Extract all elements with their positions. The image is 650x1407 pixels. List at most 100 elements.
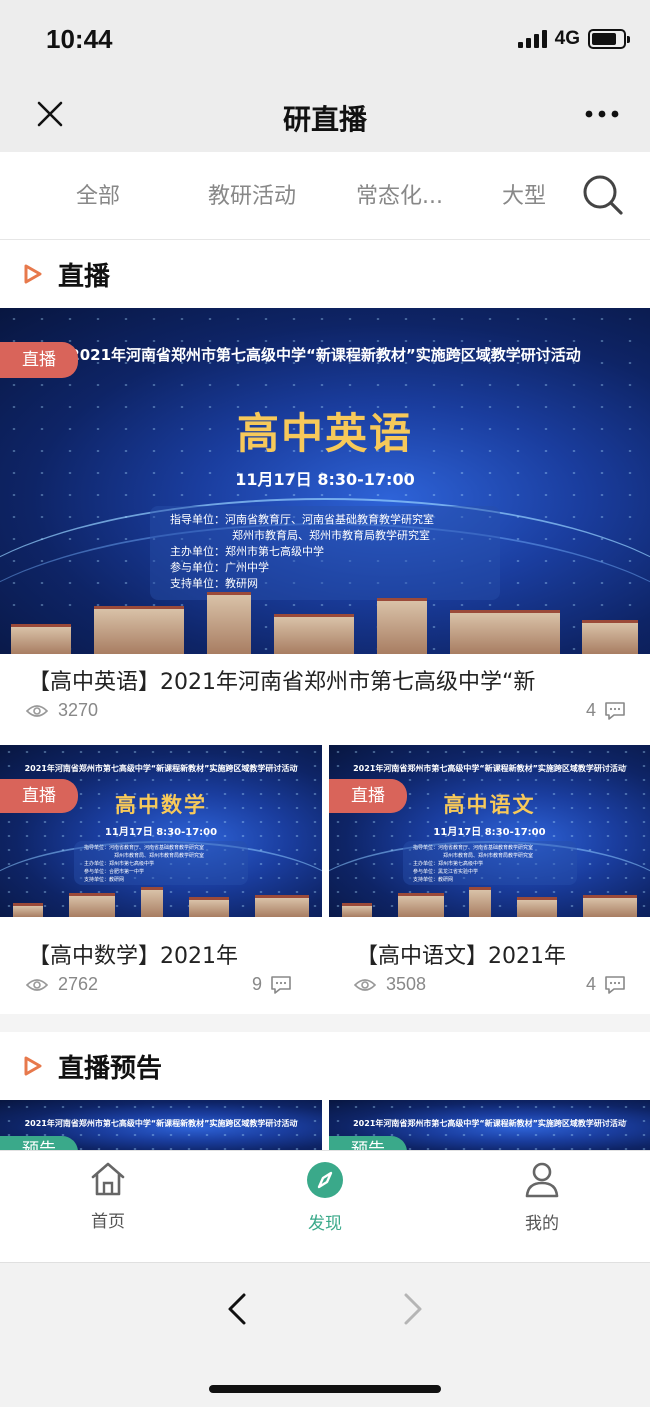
more-icon — [585, 110, 619, 118]
status-indicators: 4G — [517, 28, 630, 50]
status-time: 10:44 — [46, 24, 113, 54]
view-count-value: 3270 — [58, 700, 99, 720]
banner-headline: 2021年河南省郑州市第七高级中学“新课程新教材”实施跨区域教学研讨活动 — [24, 764, 298, 773]
live-section-header: 直播 — [0, 240, 650, 308]
compass-icon — [307, 1162, 343, 1198]
preview-section-header: 直播预告 — [0, 1032, 650, 1100]
banner-date: 11月17日 8:30-17:00 — [235, 470, 415, 489]
banner-info-line: 郑州市教育局、郑州市教育局教学研究室 — [114, 853, 205, 859]
featured-card-title[interactable]: 【高中英语】2021年河南省郑州市第七高级中学“新 — [28, 664, 588, 696]
banner-info-line: 指导单位：河南省教育厅、河南省基础教育教学研究室 — [84, 845, 205, 851]
section-divider — [0, 1014, 650, 1032]
nav-bar: 研直播 — [0, 80, 650, 152]
banner-headline: 2021年河南省郑州市第七高级中学“新课程新教材”实施跨区域教学研讨活动 — [69, 346, 581, 364]
chevron-right-icon — [404, 1293, 422, 1325]
school-buildings-image — [0, 885, 322, 917]
page-title: 研直播 — [282, 103, 367, 136]
banner-date: 11月17日 8:30-17:00 — [433, 827, 546, 838]
view-count: 2762 — [26, 974, 98, 995]
tab-regular[interactable]: 常态化... — [356, 178, 452, 210]
banner-info-line: 支持单位：教研网 — [413, 877, 454, 883]
comment-count[interactable]: 9 — [252, 974, 292, 995]
section-title: 直播预告 — [58, 1054, 163, 1084]
grid-card-banner[interactable]: 2021年河南省郑州市第七高级中学“新课程新教材”实施跨区域教学研讨活动 高中数… — [0, 745, 322, 917]
eye-icon — [354, 978, 376, 991]
tab-large[interactable]: 大型 — [502, 178, 552, 210]
preview-card-banner[interactable]: 2021年河南省郑州市第七高级中学“新课程新教材”实施跨区域教学研讨活动 预告 — [329, 1100, 650, 1150]
banner-headline: 2021年河南省郑州市第七高级中学“新课程新教材”实施跨区域教学研讨活动 — [24, 1119, 298, 1128]
banner-info-line: 参与单位：合肥市第一中学 — [84, 869, 145, 875]
comment-icon — [605, 975, 625, 994]
back-button[interactable] — [218, 1289, 258, 1329]
search-icon — [583, 175, 623, 215]
view-count-value: 2762 — [58, 974, 99, 994]
banner-info-box: 指导单位：河南省教育厅、河南省基础教育教学研究室 郑州市教育局、郑州市教育局教学… — [150, 506, 500, 600]
banner-info-box: 指导单位：河南省教育厅、河南省基础教育教学研究室 郑州市教育局、郑州市教育局教学… — [74, 841, 248, 885]
live-badge: 直播 — [0, 779, 78, 813]
comment-count-value: 4 — [585, 700, 596, 720]
preview-badge: 预告 — [329, 1136, 407, 1150]
banner-headline: 2021年河南省郑州市第七高级中学“新课程新教材”实施跨区域教学研讨活动 — [353, 764, 626, 773]
home-icon — [91, 1162, 125, 1196]
banner-info-line: 参与单位：黑龙江省实验中学 — [413, 869, 479, 875]
eye-icon — [26, 978, 48, 991]
grid-card-banner[interactable]: 2021年河南省郑州市第七高级中学“新课程新教材”实施跨区域教学研讨活动 高中语… — [329, 745, 650, 917]
view-count: 3508 — [354, 974, 426, 995]
tab-all[interactable]: 全部 — [76, 178, 120, 210]
banner-subject: 高中英语 — [236, 409, 413, 458]
tabbar-item-mine[interactable]: 我的 — [482, 1161, 602, 1234]
comment-count-value: 9 — [252, 974, 263, 994]
banner-info-box: 指导单位：河南省教育厅、河南省基础教育教学研究室 郑州市教育局、郑州市教育局教学… — [403, 841, 577, 885]
view-count: 3270 — [26, 700, 98, 721]
live-badge: 直播 — [329, 779, 407, 813]
live-badge: 直播 — [0, 342, 78, 378]
tabbar-label: 首页 — [91, 1212, 125, 1232]
banner-info-line: 主办单位：郑州市第七高级中学 — [413, 861, 484, 867]
tabbar-item-home[interactable]: 首页 — [48, 1161, 168, 1232]
play-triangle-icon — [24, 1056, 42, 1076]
banner-info-line: 主办单位：郑州市第七高级中学 — [84, 861, 155, 867]
tabbar-item-discover[interactable]: 发现 — [265, 1161, 385, 1234]
signal-icon — [517, 30, 547, 48]
banner-info-line: 指导单位：河南省教育厅、河南省基础教育教学研究室 — [170, 513, 434, 526]
eye-icon — [26, 704, 48, 717]
featured-banner[interactable]: 2021年河南省郑州市第七高级中学“新课程新教材”实施跨区域教学研讨活动 高中英… — [0, 308, 650, 654]
browser-toolbar — [0, 1262, 650, 1407]
tabbar-label: 我的 — [525, 1214, 559, 1234]
battery-icon — [588, 29, 630, 49]
forward-button[interactable] — [392, 1289, 432, 1329]
chevron-left-icon — [228, 1293, 246, 1325]
category-tabs: 全部 教研活动 常态化... 大型 — [0, 152, 650, 240]
more-button[interactable] — [582, 94, 622, 134]
bottom-tab-bar: 首页 发现 我的 — [0, 1150, 650, 1262]
play-triangle-icon — [24, 264, 42, 284]
profile-icon — [525, 1162, 559, 1198]
network-type: 4G — [554, 28, 580, 49]
banner-info-line: 参与单位：广州中学 — [170, 561, 269, 574]
grid-card-title[interactable]: 【高中语文】2021年 — [356, 938, 636, 970]
preview-card-banner[interactable]: 2021年河南省郑州市第七高级中学“新课程新教材”实施跨区域教学研讨活动 预告 — [0, 1100, 322, 1150]
tab-research-activity[interactable]: 教研活动 — [208, 178, 296, 210]
section-title: 直播 — [58, 262, 111, 292]
view-count-value: 3508 — [386, 974, 427, 994]
banner-headline: 2021年河南省郑州市第七高级中学“新课程新教材”实施跨区域教学研讨活动 — [353, 1119, 626, 1128]
banner-info-line: 主办单位：郑州市第七高级中学 — [170, 545, 324, 558]
status-bar: 10:44 4G — [0, 0, 650, 80]
banner-info-line: 郑州市教育局、郑州市教育局教学研究室 — [443, 853, 534, 859]
comment-icon — [271, 975, 291, 994]
comment-icon — [605, 701, 625, 720]
grid-card-title[interactable]: 【高中数学】2021年 — [28, 938, 308, 970]
banner-info-line: 指导单位：河南省教育厅、河南省基础教育教学研究室 — [413, 845, 534, 851]
comment-count-value: 4 — [585, 974, 596, 994]
comment-count[interactable]: 4 — [586, 700, 626, 721]
preview-badge: 预告 — [0, 1136, 78, 1150]
home-indicator — [209, 1385, 441, 1393]
tabbar-label: 发现 — [308, 1214, 342, 1234]
search-button[interactable] — [580, 172, 626, 218]
school-buildings-image — [0, 590, 650, 654]
comment-count[interactable]: 4 — [586, 974, 626, 995]
banner-info-line: 郑州市教育局、郑州市教育局教学研究室 — [232, 529, 430, 542]
banner-info-line: 支持单位：教研网 — [84, 877, 125, 883]
school-buildings-image — [329, 885, 650, 917]
banner-date: 11月17日 8:30-17:00 — [104, 827, 218, 838]
